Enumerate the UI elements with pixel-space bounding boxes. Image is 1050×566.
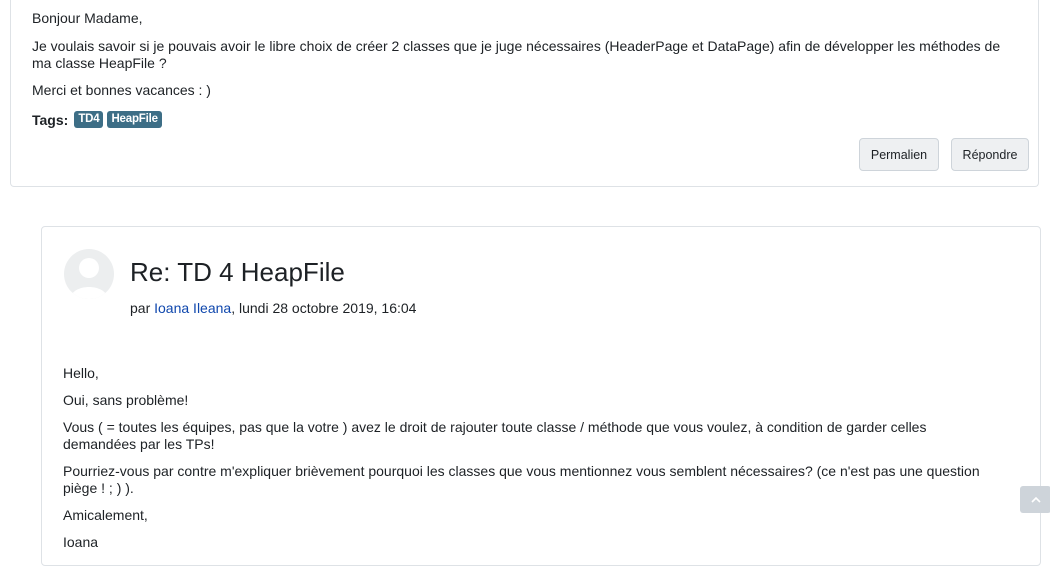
reply-line-question: Pourriez-vous par contre m'expliquer bri… [63,463,980,496]
user-avatar-icon[interactable] [64,249,114,299]
forum-reply-post: Re: TD 4 HeapFile par Ioana Ileana, lund… [41,226,1041,566]
reply-title: Re: TD 4 HeapFile [130,257,345,287]
author-link[interactable]: Ioana Ileana [154,300,231,316]
reply-line-closing: Amicalement, [63,507,148,523]
forum-post: Bonjour Madame, Je voulais savoir si je … [10,0,1039,187]
tags-row: Tags: TD4 HeapFile [32,111,162,128]
reply-byline: par Ioana Ileana, lundi 28 octobre 2019,… [130,300,416,316]
byline-prefix: par [130,300,155,316]
post-question: Je voulais savoir si je pouvais avoir le… [32,38,1001,71]
tags-label: Tags: [32,111,69,128]
reply-line-ok: Oui, sans problème! [63,392,189,408]
reply-line-signature: Ioana [63,534,99,550]
chevron-up-icon [1030,496,1041,503]
post-greeting: Bonjour Madame, [32,10,143,26]
permalink-button[interactable]: Permalien [859,138,939,171]
tag-badge-td4[interactable]: TD4 [74,111,104,128]
reply-button[interactable]: Répondre [951,138,1029,171]
scroll-to-top-button[interactable] [1020,486,1050,513]
reply-line-rights: Vous ( = toutes les équipes, pas que la … [63,419,927,452]
tag-badge-heapfile[interactable]: HeapFile [107,111,162,128]
reply-line-hello: Hello, [63,365,99,381]
reply-date: , lundi 28 octobre 2019, 16:04 [231,300,417,316]
post-thanks: Merci et bonnes vacances : ) [32,82,211,98]
